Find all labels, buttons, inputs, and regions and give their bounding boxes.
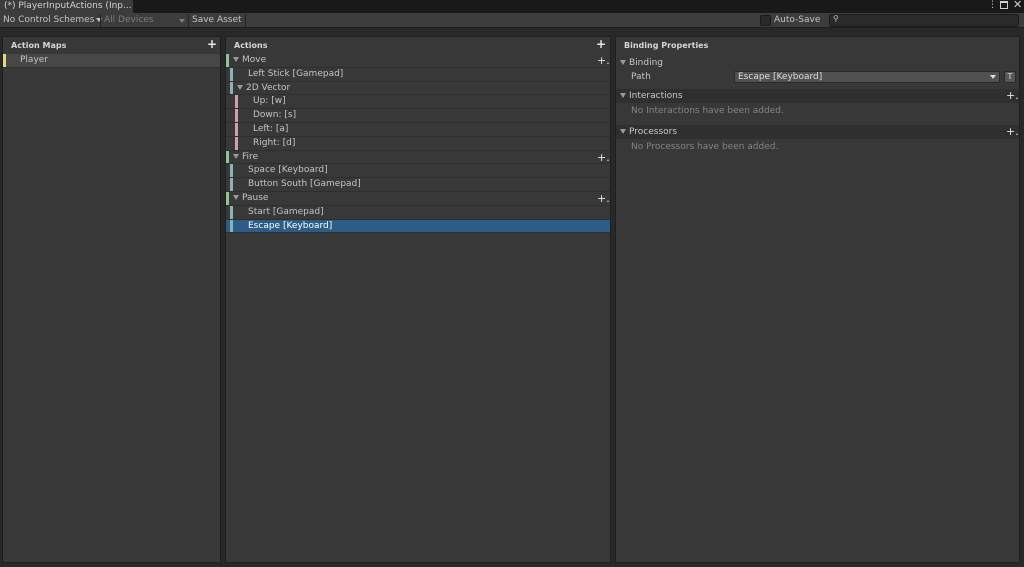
action-maps-title: Action Maps xyxy=(11,41,67,50)
part-label: Down: [s] xyxy=(253,110,297,121)
toolbar: No Control Schemes All Devices Save Asse… xyxy=(0,13,1024,28)
binding-properties-panel: Binding Properties Binding Path Escape [… xyxy=(615,36,1020,563)
actions-panel: Actions + Move +. Left Stick [Gamepad] 2… xyxy=(225,36,611,563)
binding-row[interactable]: Button South [Gamepad] xyxy=(226,178,610,192)
window-tab-title: (*) PlayerInputActions (Inp... xyxy=(4,1,132,11)
processors-empty-text: No Processors have been added. xyxy=(631,142,779,152)
binding-properties-header: Binding Properties xyxy=(616,37,1019,54)
composite-part-row[interactable]: Up: [w] xyxy=(226,95,610,110)
binding-properties-title: Binding Properties xyxy=(624,41,709,50)
binding-section-header[interactable]: Binding xyxy=(616,56,1019,70)
binding-label: Start [Gamepad] xyxy=(248,206,324,217)
interactions-section-label: Interactions xyxy=(629,91,683,101)
path-label: Path xyxy=(631,72,651,82)
control-schemes-label: No Control Schemes xyxy=(3,15,95,25)
expand-triangle-icon[interactable] xyxy=(620,129,626,134)
tab-strip: (*) PlayerInputActions (Inp... ⋮ ✕ xyxy=(0,0,1024,13)
expand-triangle-icon[interactable] xyxy=(620,93,626,98)
action-maps-panel: Action Maps + Player xyxy=(2,36,221,563)
action-row-pause[interactable]: Pause +. xyxy=(226,191,610,206)
add-processor-icon[interactable]: +. xyxy=(1006,126,1019,137)
expand-triangle-icon[interactable] xyxy=(233,57,239,62)
action-map-item-player[interactable]: Player xyxy=(3,54,220,68)
processors-section-label: Processors xyxy=(629,127,678,137)
action-label: Move xyxy=(242,55,267,65)
action-label: Fire xyxy=(242,151,259,162)
window-tab[interactable]: (*) PlayerInputActions (Inp... xyxy=(0,0,133,13)
composite-part-row[interactable]: Right: [d] xyxy=(226,136,610,151)
part-label: Left: [a] xyxy=(253,123,289,134)
expand-triangle-icon[interactable] xyxy=(237,84,243,90)
binding-row[interactable]: Start [Gamepad] xyxy=(226,205,610,220)
add-interaction-icon[interactable]: +. xyxy=(1006,90,1019,101)
actions-header: Actions + xyxy=(226,37,610,54)
expand-triangle-icon[interactable] xyxy=(620,60,626,65)
actions-title: Actions xyxy=(234,41,268,50)
path-dropdown[interactable]: Escape [Keyboard] xyxy=(734,71,1000,83)
binding-label: Button South [Gamepad] xyxy=(248,179,361,190)
composite-part-row[interactable]: Left: [a] xyxy=(226,122,610,137)
add-action-icon[interactable]: + xyxy=(596,38,606,50)
chevron-down-icon xyxy=(179,19,185,23)
chevron-down-icon xyxy=(990,75,996,79)
binding-label: Escape [Keyboard] xyxy=(248,220,333,231)
more-options-icon[interactable]: ⋮ xyxy=(988,1,997,11)
add-action-map-icon[interactable]: + xyxy=(207,38,217,50)
save-asset-button[interactable]: Save Asset xyxy=(192,13,242,28)
binding-label: Left Stick [Gamepad] xyxy=(248,68,344,79)
close-icon[interactable]: ✕ xyxy=(1013,0,1022,10)
part-label: Up: [w] xyxy=(253,96,286,107)
binding-section-label: Binding xyxy=(629,58,664,68)
composite-label: 2D Vector xyxy=(246,82,291,93)
add-binding-icon[interactable]: +. xyxy=(597,152,610,163)
path-value: Escape [Keyboard] xyxy=(738,72,823,82)
auto-save-label: Auto-Save xyxy=(774,15,821,25)
add-binding-icon[interactable]: +. xyxy=(597,193,610,204)
action-row-fire[interactable]: Fire +. xyxy=(226,150,610,165)
binding-row[interactable]: Left Stick [Gamepad] xyxy=(226,67,610,82)
action-label: Pause xyxy=(242,192,269,203)
path-row: Path Escape [Keyboard] T xyxy=(616,70,1019,85)
add-binding-icon[interactable]: +. xyxy=(597,55,610,66)
devices-dropdown[interactable]: All Devices xyxy=(104,13,186,28)
maximize-icon[interactable] xyxy=(1000,1,1008,9)
part-label: Right: [d] xyxy=(253,137,296,148)
composite-part-row[interactable]: Down: [s] xyxy=(226,109,610,123)
interactions-section-header[interactable]: Interactions +. xyxy=(616,89,1019,103)
auto-save-checkbox[interactable] xyxy=(760,15,771,26)
search-icon: ⚲ xyxy=(833,14,839,23)
control-schemes-dropdown[interactable]: No Control Schemes xyxy=(3,13,103,28)
processors-section-header[interactable]: Processors +. xyxy=(616,125,1019,139)
action-map-label: Player xyxy=(20,55,49,65)
binding-row[interactable]: Space [Keyboard] xyxy=(226,164,610,179)
interactions-empty-text: No Interactions have been added. xyxy=(631,106,784,116)
composite-row[interactable]: 2D Vector xyxy=(226,81,610,96)
save-asset-label: Save Asset xyxy=(192,15,242,25)
search-input[interactable]: ⚲ xyxy=(829,14,1019,27)
action-map-color-bar xyxy=(3,54,6,67)
expand-triangle-icon[interactable] xyxy=(233,153,239,159)
binding-row-selected[interactable]: Escape [Keyboard] xyxy=(226,219,610,234)
text-mode-button[interactable]: T xyxy=(1004,71,1016,83)
expand-triangle-icon[interactable] xyxy=(233,194,239,200)
action-maps-header: Action Maps + xyxy=(3,37,220,54)
binding-label: Space [Keyboard] xyxy=(248,165,328,176)
action-row-move[interactable]: Move +. xyxy=(226,54,610,68)
devices-label: All Devices xyxy=(104,15,154,25)
